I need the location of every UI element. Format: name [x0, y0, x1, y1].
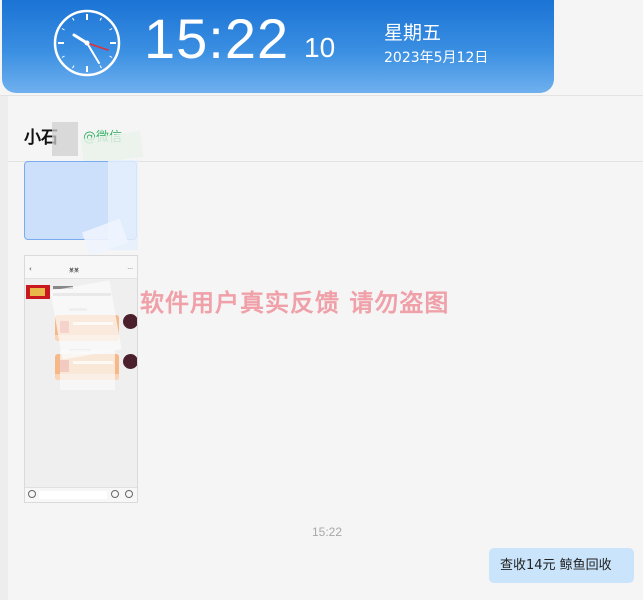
clock-seconds: 10 [304, 32, 336, 63]
screenshot-input-box [39, 491, 107, 499]
screenshot-topbar: ‹ 某某 ··· [25, 256, 137, 279]
back-icon: ‹ [29, 265, 32, 273]
mosaic-blur [50, 280, 122, 360]
analog-clock-icon [53, 9, 121, 77]
clock-weekday: 星期五 [384, 22, 442, 44]
avatar [123, 354, 137, 369]
avatar [123, 314, 137, 329]
sent-message-bubble[interactable]: 查收14元 鲸鱼回收 [489, 548, 634, 583]
emoji-icon [111, 490, 119, 498]
clock-time: 15:22 [144, 7, 290, 70]
screenshot-input-bar [25, 487, 137, 502]
screenshot-title: 某某 [69, 268, 80, 274]
more-icon: ··· [127, 266, 133, 273]
banner-logo [30, 288, 45, 296]
sidebar-edge [0, 95, 8, 600]
plus-icon [125, 490, 133, 498]
banner-image [26, 285, 50, 299]
message-timestamp: 15:22 [312, 525, 343, 539]
voice-icon [28, 490, 36, 498]
clock-banner: 15:22 10 星期五 2023年5月12日 [2, 0, 554, 93]
clock-date: 2023年5月12日 [384, 50, 489, 66]
mosaic-blur [52, 122, 78, 156]
mosaic-blur [60, 350, 115, 390]
chat-window: 小石 @微信 [0, 0, 643, 600]
watermark-text: 软件用户真实反馈 请勿盗图 [140, 289, 450, 317]
